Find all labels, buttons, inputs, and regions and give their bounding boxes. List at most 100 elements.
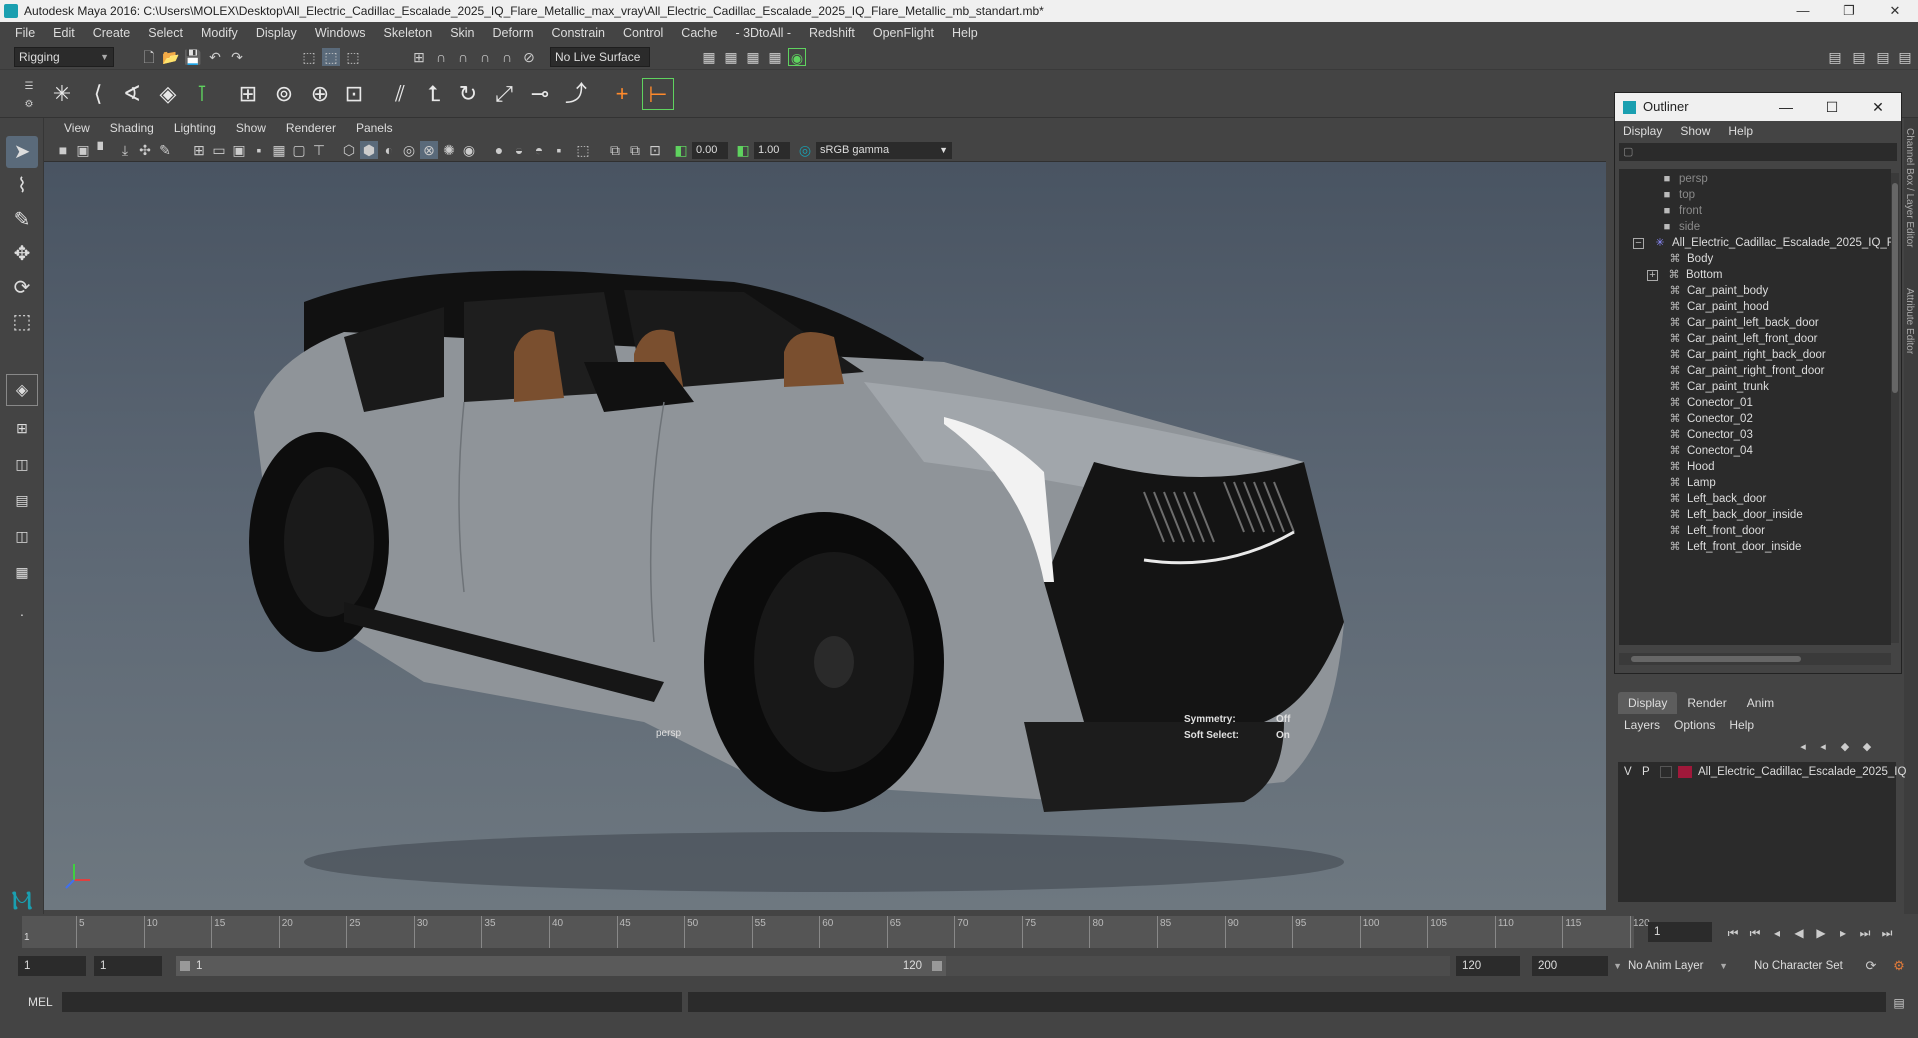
field-chart-icon[interactable]: ▦ (270, 141, 288, 159)
paint-select-icon[interactable]: ✎ (6, 204, 38, 236)
snap-surface-icon[interactable]: ∩ (498, 48, 516, 66)
persp-graph-icon[interactable]: ▤ (6, 484, 38, 516)
minimize-button[interactable]: — (1780, 0, 1826, 22)
ambient-occlusion-icon[interactable]: ● (490, 141, 508, 159)
shelf-gear-icon[interactable]: ⚙ (20, 96, 38, 114)
script-editor-icon[interactable]: ▤ (1890, 994, 1908, 1012)
close-button[interactable]: ✕ (1872, 0, 1918, 22)
xray-components-icon[interactable]: ⧉ (626, 141, 644, 159)
channel-box-tab[interactable]: Channel Box / Layer Editor (1904, 128, 1915, 248)
outliner-menu-display[interactable]: Display (1623, 124, 1680, 138)
save-scene-icon[interactable]: 💾 (184, 48, 202, 66)
layout-extra-icon[interactable]: · (6, 598, 38, 630)
menu-skin[interactable]: Skin (441, 26, 483, 40)
scale-constraint-icon[interactable]: ⤢ (488, 78, 520, 110)
move-tool-icon[interactable]: ✥ (6, 238, 38, 270)
image-plane-icon[interactable]: ⤓ (116, 141, 134, 159)
smooth-shade-icon[interactable]: ⬢ (360, 141, 378, 159)
single-view-icon[interactable]: ◈ (6, 374, 38, 406)
play-forward-icon[interactable]: ▶ (1812, 924, 1830, 942)
snap-grid-icon[interactable]: ⊞ (410, 48, 428, 66)
current-frame-field[interactable]: 1 (1648, 922, 1712, 942)
depth-of-field-icon[interactable]: ▪ (550, 141, 568, 159)
undo-icon[interactable]: ↶ (206, 48, 224, 66)
new-scene-icon[interactable]: 🗋 (140, 48, 158, 66)
channel-box-icon[interactable]: ▤ (1896, 48, 1914, 66)
aim-constraint-icon[interactable]: ⊸ (524, 78, 556, 110)
pole-vector-icon[interactable]: ⤴ (560, 78, 592, 110)
viewport-menu-lighting[interactable]: Lighting (164, 121, 226, 135)
film-gate-icon[interactable]: ▭ (210, 141, 228, 159)
menu-display[interactable]: Display (247, 26, 306, 40)
grid-icon[interactable]: ⊞ (190, 141, 208, 159)
textured-icon[interactable]: ⊗ (420, 141, 438, 159)
ik-spline-icon[interactable]: ∢ (116, 78, 148, 110)
redo-icon[interactable]: ↷ (228, 48, 246, 66)
select-object-icon[interactable]: ⬚ (322, 48, 340, 66)
new-layer-icon[interactable]: ◆ (1836, 738, 1854, 756)
playback-end-field[interactable]: 120 (1456, 956, 1520, 976)
range-handle-start[interactable] (180, 961, 190, 971)
outliner-menu-show[interactable]: Show (1680, 124, 1728, 138)
exposure-field[interactable]: 0.00 (692, 142, 728, 159)
menu-openflight[interactable]: OpenFlight (864, 26, 943, 40)
menu-windows[interactable]: Windows (306, 26, 375, 40)
menu-file[interactable]: File (6, 26, 44, 40)
bind-skin-icon[interactable]: ⊞ (232, 78, 264, 110)
layer-visibility-toggle[interactable]: V (1624, 762, 1632, 782)
lights-icon[interactable]: ✺ (440, 141, 458, 159)
menu-3dtoall[interactable]: - 3DtoAll - (726, 26, 800, 40)
live-surface-field[interactable]: No Live Surface (550, 47, 650, 67)
lattice-icon[interactable]: ⊡ (338, 78, 370, 110)
locator-icon[interactable]: ⊢ (642, 78, 674, 110)
color-management-icon[interactable]: ◎ (796, 141, 814, 159)
range-handle-end[interactable] (932, 961, 942, 971)
menu-create[interactable]: Create (84, 26, 140, 40)
joint-tool-icon[interactable]: ✳ (46, 78, 78, 110)
menu-deform[interactable]: Deform (484, 26, 543, 40)
tool-settings-icon[interactable]: ▤ (1874, 48, 1892, 66)
menu-skeleton[interactable]: Skeleton (375, 26, 442, 40)
xray-icon[interactable]: ◎ (400, 141, 418, 159)
safe-title-icon[interactable]: ⊤ (310, 141, 328, 159)
camera-attrs-icon[interactable]: ▣ (74, 141, 92, 159)
animation-end-field[interactable]: 200 ▼ (1532, 956, 1622, 976)
menu-constrain[interactable]: Constrain (543, 26, 615, 40)
layers-menu-layers[interactable]: Layers (1624, 718, 1674, 732)
range-slider-bar[interactable]: 1 120 (176, 956, 946, 976)
camera-select-icon[interactable]: ■ (54, 141, 72, 159)
xray-joints-icon[interactable]: ⧉ (606, 141, 624, 159)
layers-menu-help[interactable]: Help (1729, 718, 1768, 732)
wireframe-on-shaded-icon[interactable]: ◐ (380, 141, 398, 159)
orient-joint-icon[interactable]: ⊺ (186, 78, 218, 110)
four-view-icon[interactable]: ⊞ (6, 412, 38, 444)
expand-icon[interactable]: + (1647, 270, 1658, 281)
snap-view-icon[interactable]: ∩ (476, 48, 494, 66)
persp-outliner-icon[interactable]: ◫ (6, 520, 38, 552)
outliner-tree[interactable]: ■ persp ■ top ■ front ■ side − ✳ All_Electric_… (1619, 169, 1891, 645)
go-to-end-icon[interactable]: ⏭ (1878, 924, 1896, 942)
script-language-label[interactable]: MEL (28, 995, 53, 1009)
point-constraint-icon[interactable]: ⮤ (418, 78, 450, 110)
open-scene-icon[interactable]: 📂 (162, 48, 180, 66)
outliner-item[interactable]: ⌘ Left_front_door_inside (1667, 537, 1802, 557)
modeling-toolkit-icon[interactable]: ▤ (1826, 48, 1844, 66)
ik-handle-icon[interactable]: ⟨ (82, 78, 114, 110)
hypershade-icon[interactable]: ◉ (788, 48, 806, 66)
anim-layer-dropdown[interactable]: No Anim Layer ▼ (1622, 956, 1734, 976)
step-forward-frame-icon[interactable]: ▸ (1834, 924, 1852, 942)
scale-tool-icon[interactable]: ⬚ (6, 306, 38, 338)
cluster-icon[interactable]: + (606, 78, 638, 110)
menu-control[interactable]: Control (614, 26, 672, 40)
orient-constraint-icon[interactable]: ↻ (452, 78, 484, 110)
two-d-pan-icon[interactable]: ✣ (136, 141, 154, 159)
tab-anim[interactable]: Anim (1737, 692, 1784, 714)
play-backward-icon[interactable]: ◀ (1790, 924, 1808, 942)
resolution-gate-icon[interactable]: ▣ (230, 141, 248, 159)
go-to-start-icon[interactable]: ⏮ (1724, 924, 1742, 942)
auto-key-icon[interactable]: ⟳ (1862, 957, 1880, 975)
collapse-icon[interactable]: − (1633, 238, 1644, 249)
shadows-icon[interactable]: ◉ (460, 141, 478, 159)
menu-cache[interactable]: Cache (672, 26, 726, 40)
render-view-icon[interactable]: ▦ (700, 48, 718, 66)
